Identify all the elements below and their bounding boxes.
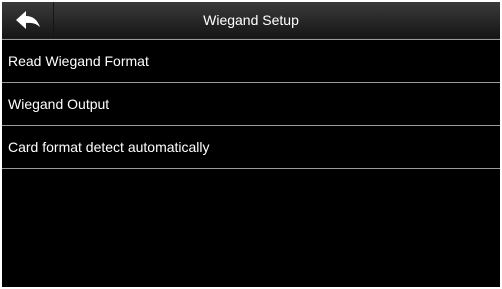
- back-button[interactable]: [2, 2, 54, 38]
- title-bar: Wiegand Setup: [2, 2, 500, 39]
- menu-item-card-format-detect[interactable]: Card format detect automatically: [2, 126, 500, 169]
- menu-list: Read Wiegand Format Wiegand Output Card …: [2, 39, 500, 169]
- menu-item-read-wiegand-format[interactable]: Read Wiegand Format: [2, 39, 500, 83]
- device-screen: Wiegand Setup Read Wiegand Format Wiegan…: [0, 0, 502, 289]
- back-arrow-icon: [14, 9, 42, 31]
- menu-item-wiegand-output[interactable]: Wiegand Output: [2, 83, 500, 126]
- page-title: Wiegand Setup: [203, 12, 299, 28]
